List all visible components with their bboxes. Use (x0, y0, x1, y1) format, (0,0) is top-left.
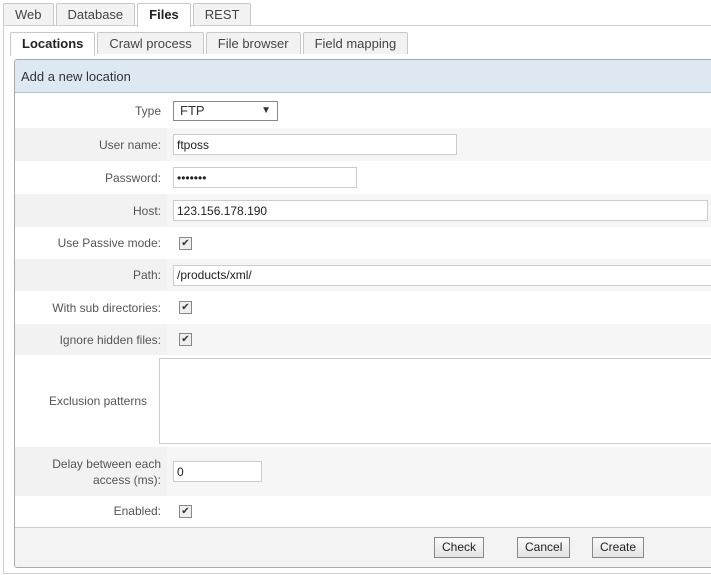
hidden-label: Ignore hidden files: (15, 324, 167, 355)
host-label: Host: (15, 194, 167, 227)
delay-input[interactable] (173, 461, 262, 482)
row-host: Host: (15, 194, 711, 227)
row-path: Path: (15, 259, 711, 291)
path-label: Path: (15, 259, 167, 291)
subdirs-checkbox[interactable]: ✔ (179, 301, 192, 314)
tab-files[interactable]: Files (137, 3, 191, 27)
tab-database[interactable]: Database (55, 3, 136, 25)
type-select[interactable]: FTP ▼ (173, 100, 278, 121)
row-user: User name: (15, 128, 711, 161)
enabled-checkbox[interactable]: ✔ (179, 504, 192, 518)
password-label: Password: (104, 170, 161, 185)
tab-crawl-process[interactable]: Crawl process (97, 32, 204, 54)
host-input[interactable] (173, 200, 708, 221)
exclusion-label: Exclusion patterns (48, 394, 147, 408)
path-input[interactable] (173, 264, 711, 286)
panel-footer: Check Cancel Create (15, 527, 711, 567)
tab-file-browser[interactable]: File browser (205, 32, 301, 54)
delay-label: Delay between each access (ms): (15, 447, 167, 496)
outer-tabs: Web Database Files REST (3, 3, 253, 27)
hidden-files-checkbox[interactable]: ✔ (179, 333, 192, 346)
exclusion-patterns-textarea[interactable] (159, 358, 711, 444)
check-button[interactable]: Check (434, 537, 485, 558)
row-delay: Delay between each access (ms): (15, 447, 711, 496)
tab-field-mapping[interactable]: Field mapping (302, 32, 409, 54)
passive-mode-checkbox[interactable]: ✔ (179, 236, 192, 250)
tab-rest[interactable]: REST (192, 3, 252, 25)
subdirs-label: With sub directories: (52, 300, 161, 315)
create-button[interactable]: Create (592, 537, 645, 558)
enabled-label: Enabled: (113, 504, 161, 518)
row-hidden: Ignore hidden files: ✔ (15, 324, 711, 355)
dropdown-arrow-icon: ▼ (261, 105, 271, 116)
user-name-input[interactable] (173, 134, 457, 155)
row-type: Type FTP ▼ (15, 93, 711, 128)
panel-title: Add a new location (15, 60, 711, 93)
type-label: Type (134, 103, 161, 118)
row-passive: Use Passive mode: ✔ (15, 227, 711, 259)
row-exclusion: Exclusion patterns (15, 355, 711, 447)
password-input[interactable] (173, 167, 357, 188)
user-label: User name: (15, 128, 167, 161)
tab-web[interactable]: Web (3, 3, 54, 25)
row-password: Password: (15, 161, 711, 194)
type-value: FTP (180, 103, 205, 118)
cancel-button[interactable]: Cancel (517, 537, 571, 558)
row-enabled: Enabled: ✔ (15, 496, 711, 526)
row-subdirs: With sub directories: ✔ (15, 291, 711, 324)
passive-label: Use Passive mode: (57, 236, 161, 250)
inner-tabs: Locations Crawl process File browser Fie… (10, 32, 410, 56)
add-location-panel: Add a new location Type FTP ▼ User name: … (14, 59, 711, 568)
tab-locations[interactable]: Locations (10, 32, 96, 56)
